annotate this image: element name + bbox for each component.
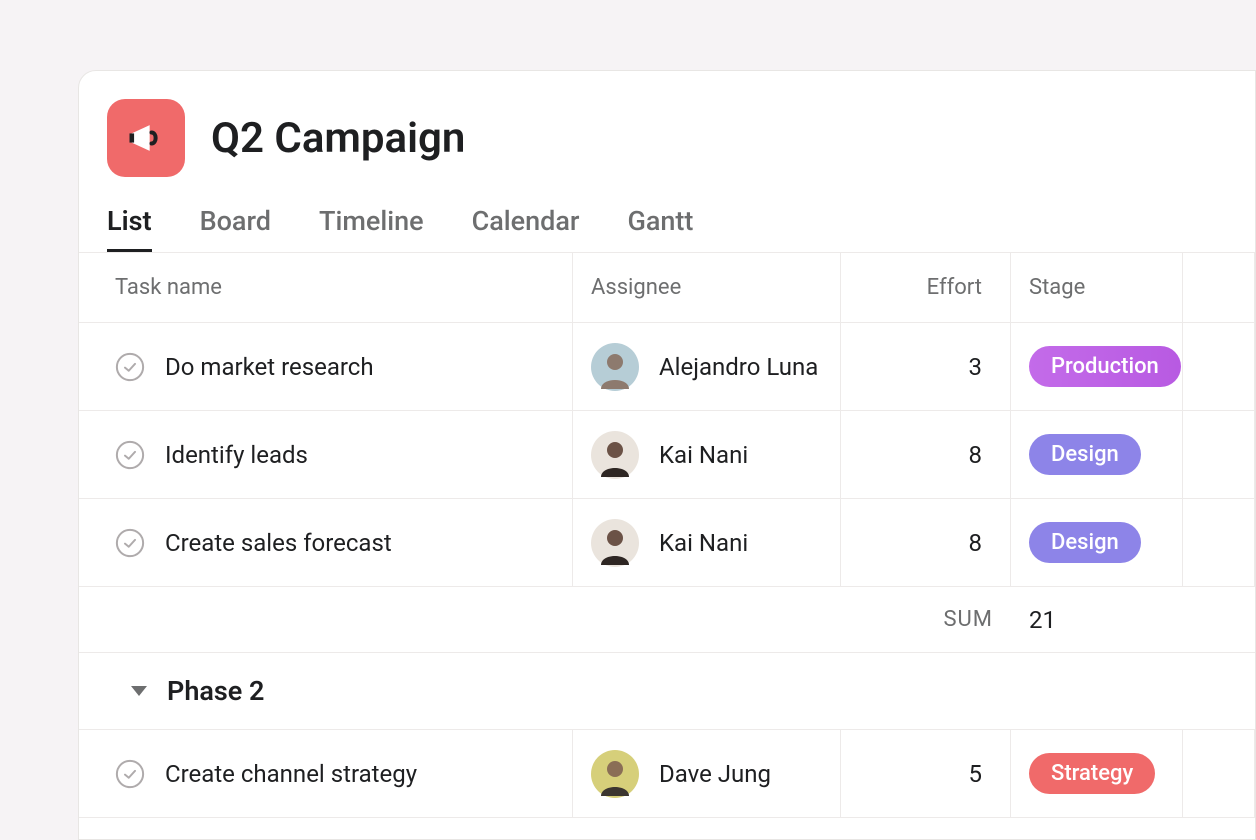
avatar <box>591 750 639 798</box>
chevron-down-icon <box>131 686 147 696</box>
stage-pill: Design <box>1029 522 1141 563</box>
stage-pill: Design <box>1029 434 1141 475</box>
assignee-cell[interactable]: Alejandro Luna <box>573 323 841 410</box>
check-circle-icon[interactable] <box>115 440 145 470</box>
column-stage[interactable]: Stage <box>1011 253 1183 322</box>
task-cell: Create channel strategy <box>79 730 573 817</box>
extra-cell <box>1183 499 1255 586</box>
extra-cell <box>1183 411 1255 498</box>
table-header: Task name Assignee Effort Stage <box>79 252 1255 323</box>
stage-cell[interactable]: Design <box>1011 499 1183 586</box>
extra-cell <box>1183 323 1255 410</box>
assignee-name: Dave Jung <box>659 760 771 788</box>
effort-cell[interactable]: 8 <box>841 411 1011 498</box>
task-cell: Create sales forecast <box>79 499 573 586</box>
task-cell: Do market research <box>79 323 573 410</box>
assignee-cell[interactable]: Kai Nani <box>573 499 841 586</box>
tab-calendar[interactable]: Calendar <box>472 205 580 252</box>
section-title: Phase 2 <box>167 675 264 707</box>
table-row[interactable]: Create channel strategy Dave Jung 5 Stra… <box>79 730 1255 818</box>
table-row[interactable]: Do market research Alejandro Luna 3 Prod… <box>79 323 1255 411</box>
column-task-name[interactable]: Task name <box>79 253 573 322</box>
column-assignee[interactable]: Assignee <box>573 253 841 322</box>
sum-row: SUM 21 <box>79 587 1255 653</box>
project-title: Q2 Campaign <box>211 114 465 163</box>
stage-cell[interactable]: Design <box>1011 411 1183 498</box>
section-header[interactable]: Phase 2 <box>79 653 1255 730</box>
avatar <box>591 431 639 479</box>
tab-list[interactable]: List <box>107 205 152 252</box>
project-panel: Q2 Campaign List Board Timeline Calendar… <box>78 70 1256 840</box>
tab-board[interactable]: Board <box>200 205 271 252</box>
tab-timeline[interactable]: Timeline <box>319 205 424 252</box>
extra-cell <box>1183 730 1255 817</box>
stage-pill: Production <box>1029 346 1181 387</box>
avatar <box>591 343 639 391</box>
check-circle-icon[interactable] <box>115 528 145 558</box>
column-extra <box>1183 253 1255 322</box>
assignee-name: Alejandro Luna <box>659 353 818 381</box>
check-circle-icon[interactable] <box>115 759 145 789</box>
table-row[interactable]: Identify leads Kai Nani 8 Design <box>79 411 1255 499</box>
column-effort[interactable]: Effort <box>841 253 1011 322</box>
check-circle-icon[interactable] <box>115 352 145 382</box>
sum-label: SUM <box>841 587 1011 652</box>
project-header: Q2 Campaign <box>79 71 1255 177</box>
assignee-cell[interactable]: Dave Jung <box>573 730 841 817</box>
assignee-cell[interactable]: Kai Nani <box>573 411 841 498</box>
sum-value: 21 <box>1011 587 1183 652</box>
task-cell: Identify leads <box>79 411 573 498</box>
task-name: Create channel strategy <box>165 760 417 788</box>
stage-pill: Strategy <box>1029 753 1155 794</box>
effort-cell[interactable]: 5 <box>841 730 1011 817</box>
stage-cell[interactable]: Production <box>1011 323 1183 410</box>
tab-gantt[interactable]: Gantt <box>627 205 693 252</box>
effort-cell[interactable]: 3 <box>841 323 1011 410</box>
assignee-name: Kai Nani <box>659 529 748 557</box>
assignee-name: Kai Nani <box>659 441 748 469</box>
view-tabs: List Board Timeline Calendar Gantt <box>79 177 1255 252</box>
stage-cell[interactable]: Strategy <box>1011 730 1183 817</box>
task-name: Create sales forecast <box>165 529 392 557</box>
table-row[interactable]: Create sales forecast Kai Nani 8 Design <box>79 499 1255 587</box>
task-name: Identify leads <box>165 441 308 469</box>
avatar <box>591 519 639 567</box>
megaphone-icon <box>107 99 185 177</box>
task-name: Do market research <box>165 353 374 381</box>
effort-cell[interactable]: 8 <box>841 499 1011 586</box>
